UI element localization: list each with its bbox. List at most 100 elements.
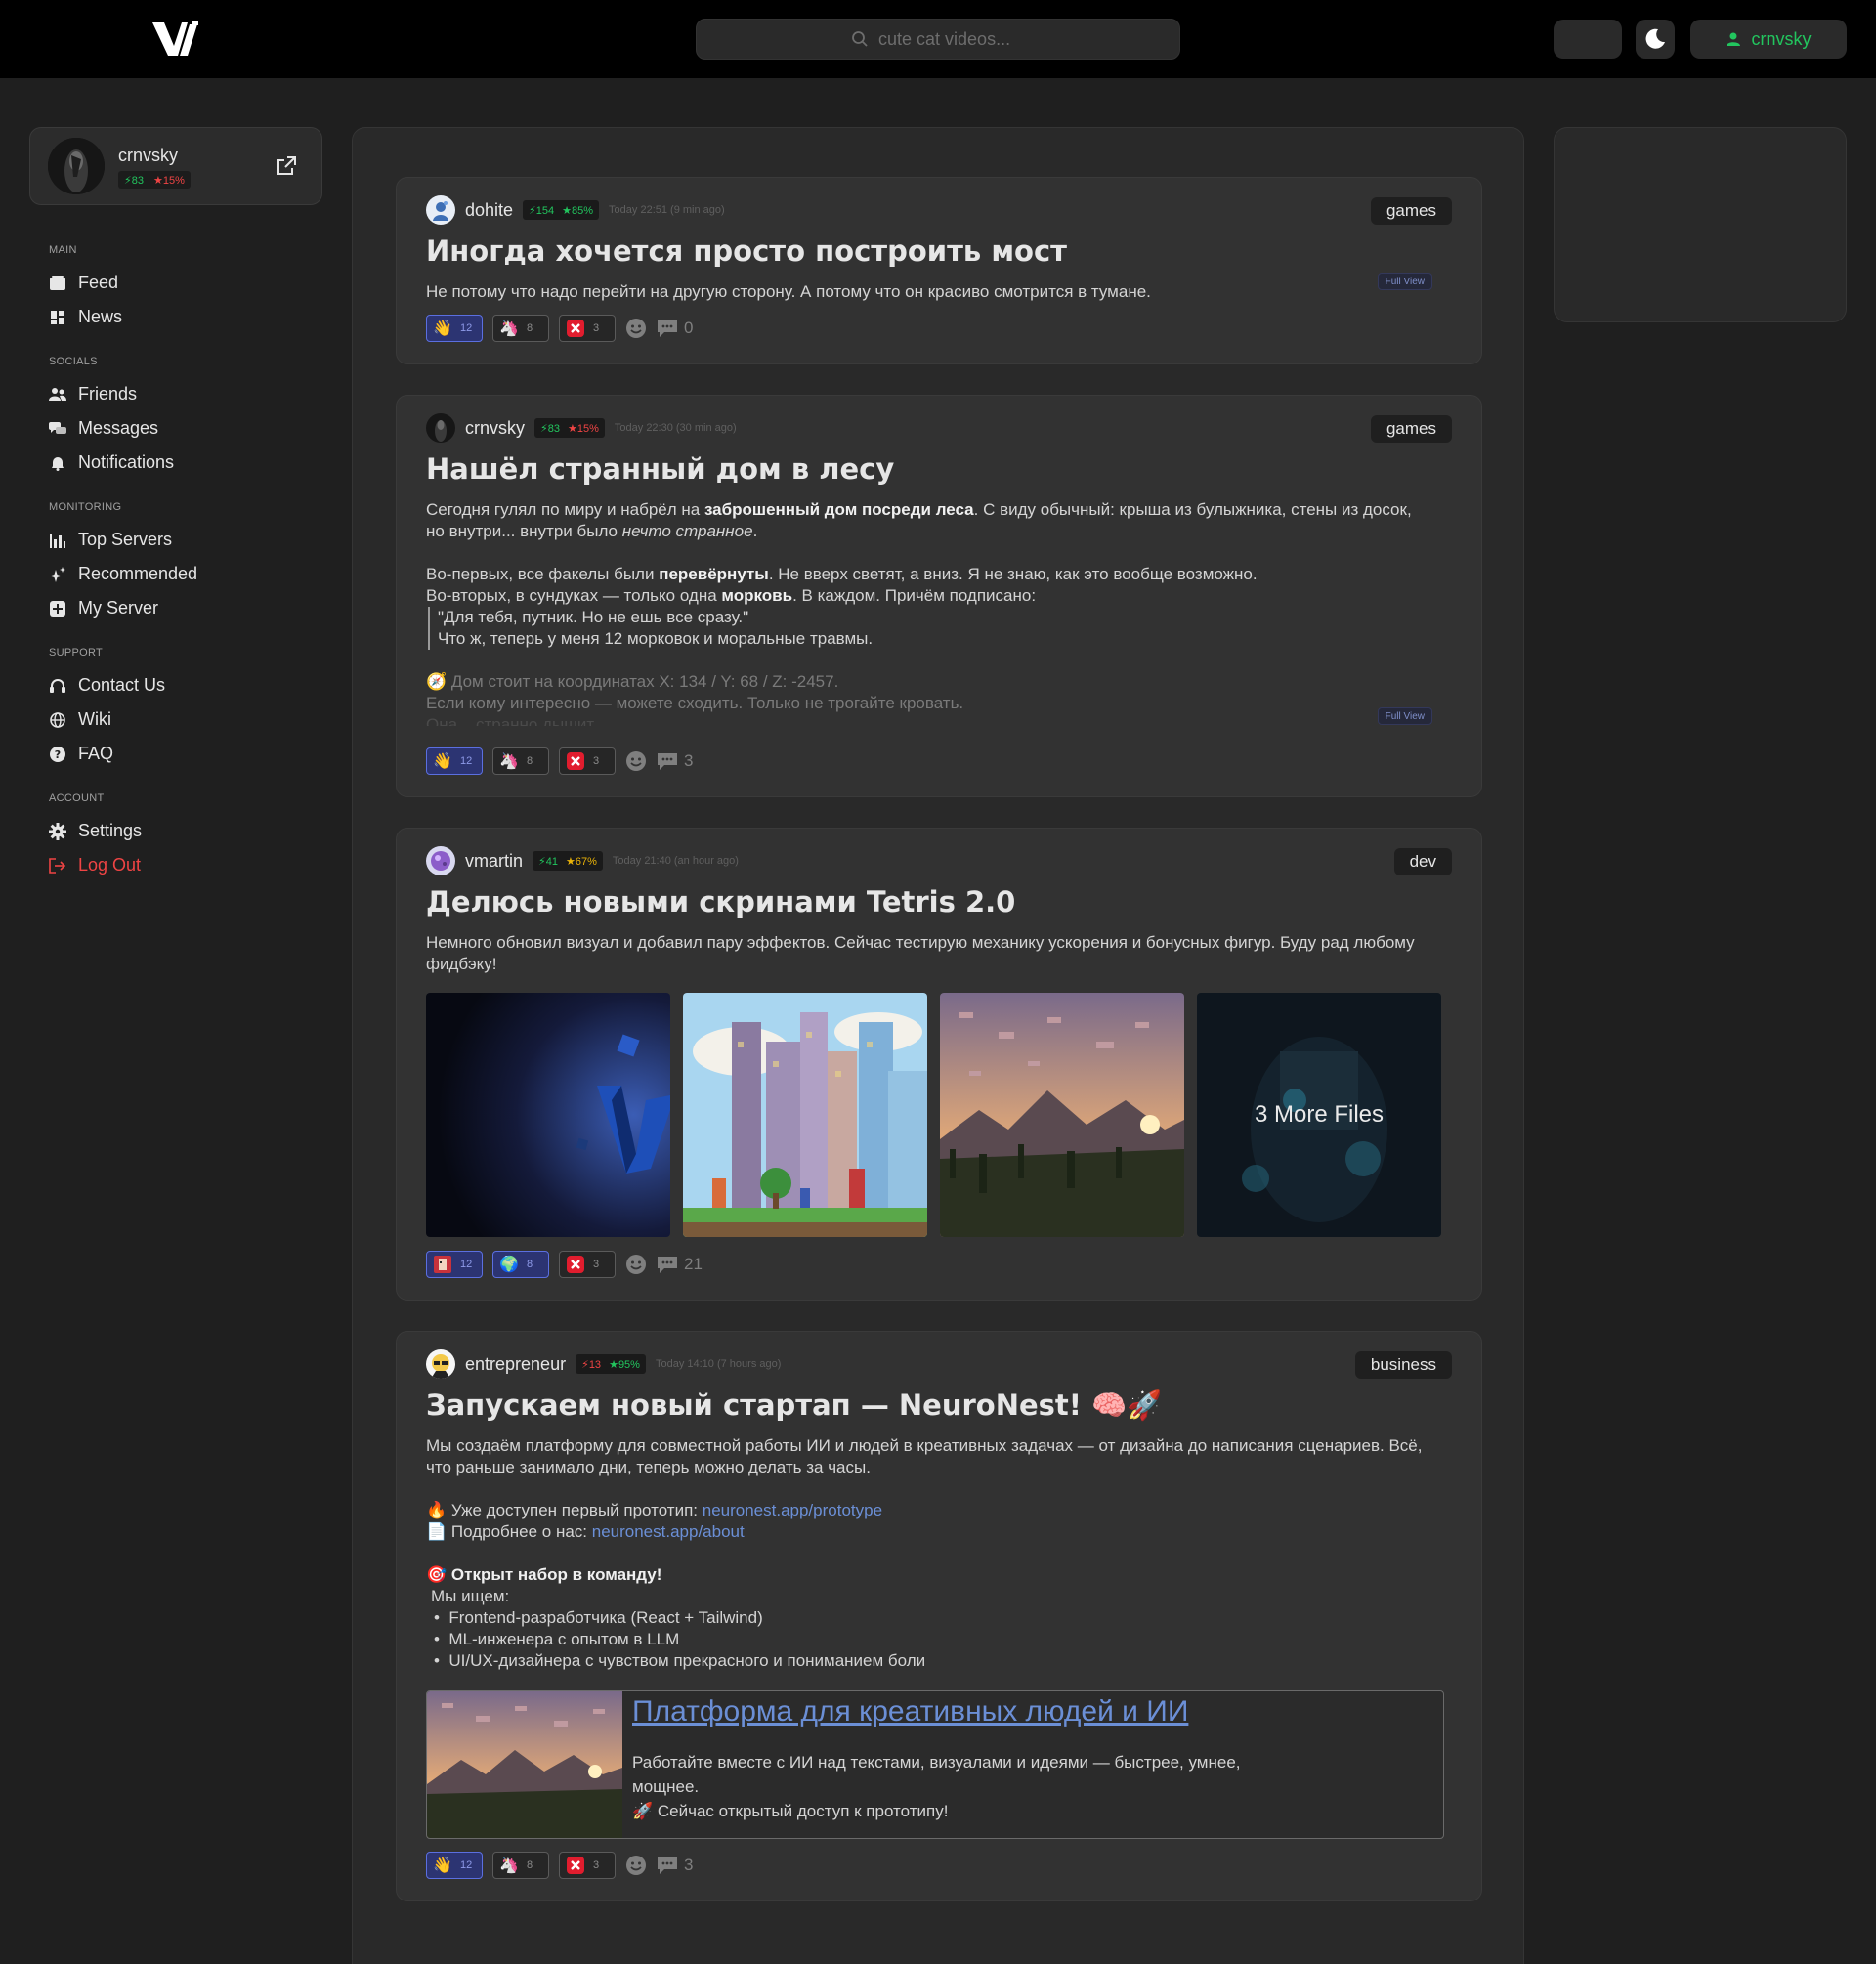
power-stat: ⚡83 bbox=[540, 422, 560, 435]
comment-icon bbox=[658, 1857, 677, 1874]
site-logo[interactable] bbox=[150, 19, 201, 60]
post-body: Не потому что надо перейти на другую сто… bbox=[426, 282, 1151, 301]
link-preview-title[interactable]: Платформа для креативных людей и ИИ bbox=[632, 1695, 1188, 1729]
reaction-unicorn[interactable]: 🦄 8 bbox=[492, 315, 549, 342]
reaction-cross[interactable]: 3 bbox=[559, 747, 616, 775]
gallery-image[interactable] bbox=[940, 993, 1184, 1237]
sidebar-item-log-out[interactable]: Log Out bbox=[49, 848, 303, 882]
link-preview-card[interactable]: Платформа для креативных людей и ИИ Рабо… bbox=[426, 1690, 1444, 1839]
globe-icon bbox=[49, 711, 66, 729]
rating-stat: ★15% bbox=[568, 422, 599, 435]
rating-stat: ★95% bbox=[609, 1358, 640, 1371]
sidebar-item-notifications[interactable]: Notifications bbox=[49, 446, 303, 480]
avatar[interactable] bbox=[426, 195, 455, 225]
profile-username: crnvsky bbox=[118, 146, 179, 165]
post-author[interactable]: vmartin bbox=[465, 851, 523, 872]
comments-button[interactable]: 21 bbox=[657, 1255, 703, 1274]
post-tag[interactable]: games bbox=[1370, 197, 1452, 225]
top-action-button[interactable] bbox=[1554, 20, 1622, 59]
prototype-link[interactable]: neuronest.app/prototype bbox=[703, 1501, 882, 1519]
profile-card[interactable]: crnvsky ⚡83 ★15% bbox=[29, 127, 322, 205]
sidebar-item-friends[interactable]: Friends bbox=[49, 377, 303, 411]
reaction-unicorn[interactable]: 🦄 8 bbox=[492, 747, 549, 775]
nav-section-main: MAIN Feed News bbox=[49, 244, 303, 334]
search-input[interactable] bbox=[878, 28, 1025, 50]
full-view-button[interactable]: Full View bbox=[1377, 273, 1432, 290]
avatar[interactable] bbox=[426, 1349, 455, 1379]
reaction-custom-1[interactable]: 12 bbox=[426, 1251, 483, 1278]
post-card[interactable]: vmartin ⚡41 ★67% Today 21:40 (an hour ag… bbox=[396, 828, 1482, 1301]
gallery-more-files[interactable]: 3 More Files bbox=[1197, 993, 1441, 1237]
post-author[interactable]: dohite bbox=[465, 200, 513, 221]
sidebar-item-top-servers[interactable]: Top Servers bbox=[49, 523, 303, 557]
comments-button[interactable]: 0 bbox=[657, 319, 693, 338]
power-stat: ⚡83 bbox=[124, 174, 144, 187]
reaction-cross[interactable]: 3 bbox=[559, 315, 616, 342]
user-menu-button[interactable]: crnvsky bbox=[1690, 20, 1847, 59]
sidebar-item-contact-us[interactable]: Contact Us bbox=[49, 668, 303, 703]
add-reaction-icon[interactable] bbox=[625, 1855, 647, 1876]
reaction-custom-2[interactable]: 🌍 8 bbox=[492, 1251, 549, 1278]
sidebar-item-my-server[interactable]: My Server bbox=[49, 591, 303, 625]
user-menu-name: crnvsky bbox=[1751, 28, 1812, 49]
post-quote: "Для тебя, путник. Но не ешь все сразу."… bbox=[428, 607, 1432, 650]
sidebar-item-news[interactable]: News bbox=[49, 300, 303, 334]
post-title[interactable]: Запускаем новый стартап — NeuroNest! 🧠🚀 bbox=[426, 1388, 1162, 1423]
avatar[interactable] bbox=[426, 413, 455, 443]
post-author[interactable]: crnvsky bbox=[465, 418, 525, 439]
add-reaction-icon[interactable] bbox=[625, 1254, 647, 1275]
add-reaction-icon[interactable] bbox=[625, 318, 647, 339]
post-timestamp: Today 21:40 (an hour ago) bbox=[612, 855, 739, 867]
post-card[interactable]: crnvsky ⚡83 ★15% Today 22:30 (30 min ago… bbox=[396, 395, 1482, 797]
reaction-wave[interactable]: 👋 12 bbox=[426, 315, 483, 342]
image-gallery: 3 More Files bbox=[426, 993, 1441, 1237]
theme-toggle-button[interactable] bbox=[1636, 20, 1675, 59]
avatar[interactable] bbox=[426, 846, 455, 875]
wave-emoji-icon: 👋 bbox=[433, 1857, 452, 1874]
post-card[interactable]: dohite ⚡154 ★85% Today 22:51 (9 min ago)… bbox=[396, 177, 1482, 364]
sidebar-item-faq[interactable]: ? FAQ bbox=[49, 737, 303, 771]
post-title[interactable]: Нашёл странный дом в лесу bbox=[426, 452, 894, 486]
headset-icon bbox=[49, 677, 66, 695]
external-link-icon[interactable] bbox=[275, 154, 298, 178]
sidebar-item-label: Wiki bbox=[78, 709, 111, 729]
sidebar-item-messages[interactable]: Messages bbox=[49, 411, 303, 446]
cross-emoji-icon bbox=[566, 1255, 585, 1274]
reaction-wave[interactable]: 👋 12 bbox=[426, 1852, 483, 1879]
nav-section-title: MAIN bbox=[49, 244, 77, 256]
about-link[interactable]: neuronest.app/about bbox=[592, 1522, 745, 1541]
nav-section-title: ACCOUNT bbox=[49, 792, 105, 804]
post-card[interactable]: entrepreneur ⚡13 ★95% Today 14:10 (7 hou… bbox=[396, 1331, 1482, 1901]
comments-button[interactable]: 3 bbox=[657, 751, 693, 771]
reaction-wave[interactable]: 👋 12 bbox=[426, 747, 483, 775]
rating-stat: ★67% bbox=[566, 855, 597, 868]
sidebar-item-recommended[interactable]: Recommended bbox=[49, 557, 303, 591]
sidebar-item-wiki[interactable]: Wiki bbox=[49, 703, 303, 737]
comments-button[interactable]: 3 bbox=[657, 1856, 693, 1875]
sidebar-item-label: Feed bbox=[78, 273, 119, 292]
post-title[interactable]: Делюсь новыми скринами Tetris 2.0 bbox=[426, 885, 1015, 918]
gallery-image[interactable] bbox=[683, 993, 927, 1237]
full-view-button[interactable]: Full View bbox=[1377, 707, 1432, 725]
reaction-cross[interactable]: 3 bbox=[559, 1852, 616, 1879]
post-title[interactable]: Иногда хочется просто построить мост bbox=[426, 235, 1067, 268]
more-files-label: 3 More Files bbox=[1254, 1101, 1385, 1128]
reaction-unicorn[interactable]: 🦄 8 bbox=[492, 1852, 549, 1879]
gallery-image[interactable] bbox=[426, 993, 670, 1237]
reaction-cross[interactable]: 3 bbox=[559, 1251, 616, 1278]
cross-emoji-icon bbox=[566, 751, 585, 771]
post-tag[interactable]: business bbox=[1354, 1351, 1452, 1379]
sidebar-item-feed[interactable]: Feed bbox=[49, 266, 303, 300]
comment-icon bbox=[658, 320, 677, 337]
add-reaction-icon[interactable] bbox=[625, 750, 647, 772]
search-bar[interactable] bbox=[696, 19, 1180, 60]
post-tag[interactable]: dev bbox=[1393, 848, 1452, 875]
nav-section-support: SUPPORT Contact Us Wiki ? FAQ bbox=[49, 647, 303, 771]
sparkle-icon bbox=[49, 566, 66, 583]
sidebar-item-settings[interactable]: Settings bbox=[49, 814, 303, 848]
sidebar-item-label: Log Out bbox=[78, 855, 142, 875]
wave-emoji-icon: 👋 bbox=[433, 753, 452, 770]
post-author[interactable]: entrepreneur bbox=[465, 1354, 566, 1375]
post-tag[interactable]: games bbox=[1370, 415, 1452, 443]
nav-section-account: ACCOUNT Settings Log Out bbox=[49, 792, 303, 882]
